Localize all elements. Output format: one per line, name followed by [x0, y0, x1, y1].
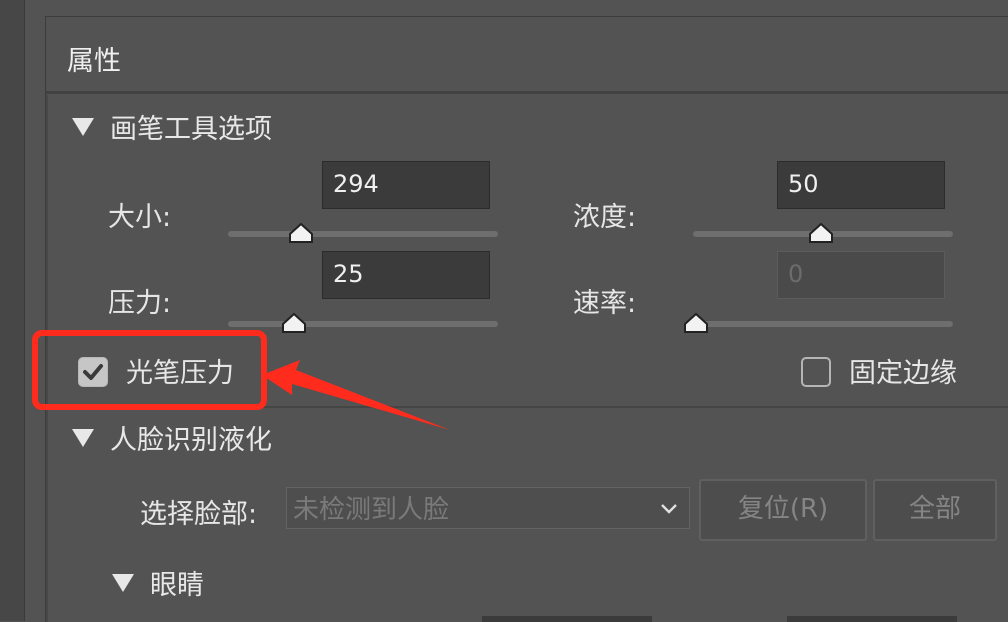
panel-gap [25, 0, 45, 621]
triangle-down-icon [112, 573, 134, 592]
panel-header: 属性 [46, 17, 1008, 94]
eyes-section-title: 眼睛 [150, 570, 204, 601]
pressure-slider-track[interactable] [228, 321, 498, 327]
rate-label: 速率: [573, 288, 637, 319]
density-input[interactable]: 50 [777, 161, 945, 209]
face-section-title: 人脸识别液化 [110, 425, 272, 456]
pin-edges-label: 固定边缘 [849, 358, 957, 389]
triangle-down-icon [72, 428, 94, 447]
brush-section-toggle[interactable]: 画笔工具选项 [72, 107, 272, 146]
rate-slider-track[interactable] [693, 321, 953, 327]
rate-input[interactable]: 0 [777, 251, 945, 299]
density-label: 浓度: [573, 202, 637, 233]
pin-edges-checkbox[interactable] [801, 357, 831, 387]
pressure-input[interactable]: 25 [322, 251, 490, 299]
reset-button[interactable]: 复位(R) [699, 479, 867, 541]
face-section-toggle[interactable]: 人脸识别液化 [72, 418, 272, 457]
eyes-section-toggle[interactable]: 眼睛 [112, 563, 204, 602]
eyes-input-partial-2 [787, 616, 957, 622]
select-face-dropdown[interactable]: 未检测到人脸 [286, 487, 690, 529]
brush-section-title: 画笔工具选项 [110, 114, 272, 145]
pressure-label: 压力: [108, 288, 172, 319]
panel-title: 属性 [67, 46, 121, 77]
left-panel-strip [0, 0, 25, 621]
select-face-label: 选择脸部: [140, 499, 258, 530]
chevron-down-icon [661, 504, 677, 514]
annotation-highlight-box [32, 330, 267, 410]
select-face-value: 未检测到人脸 [293, 495, 450, 525]
properties-panel: 属性 画笔工具选项 大小: 294 浓度: 50 压力: 25 速率: 0 光笔… [45, 16, 1008, 622]
size-label: 大小: [108, 202, 172, 233]
eyes-input-partial [482, 616, 652, 622]
size-input[interactable]: 294 [322, 161, 490, 209]
all-button[interactable]: 全部 [873, 479, 997, 541]
triangle-down-icon [72, 117, 94, 136]
size-slider-track[interactable] [228, 231, 498, 237]
